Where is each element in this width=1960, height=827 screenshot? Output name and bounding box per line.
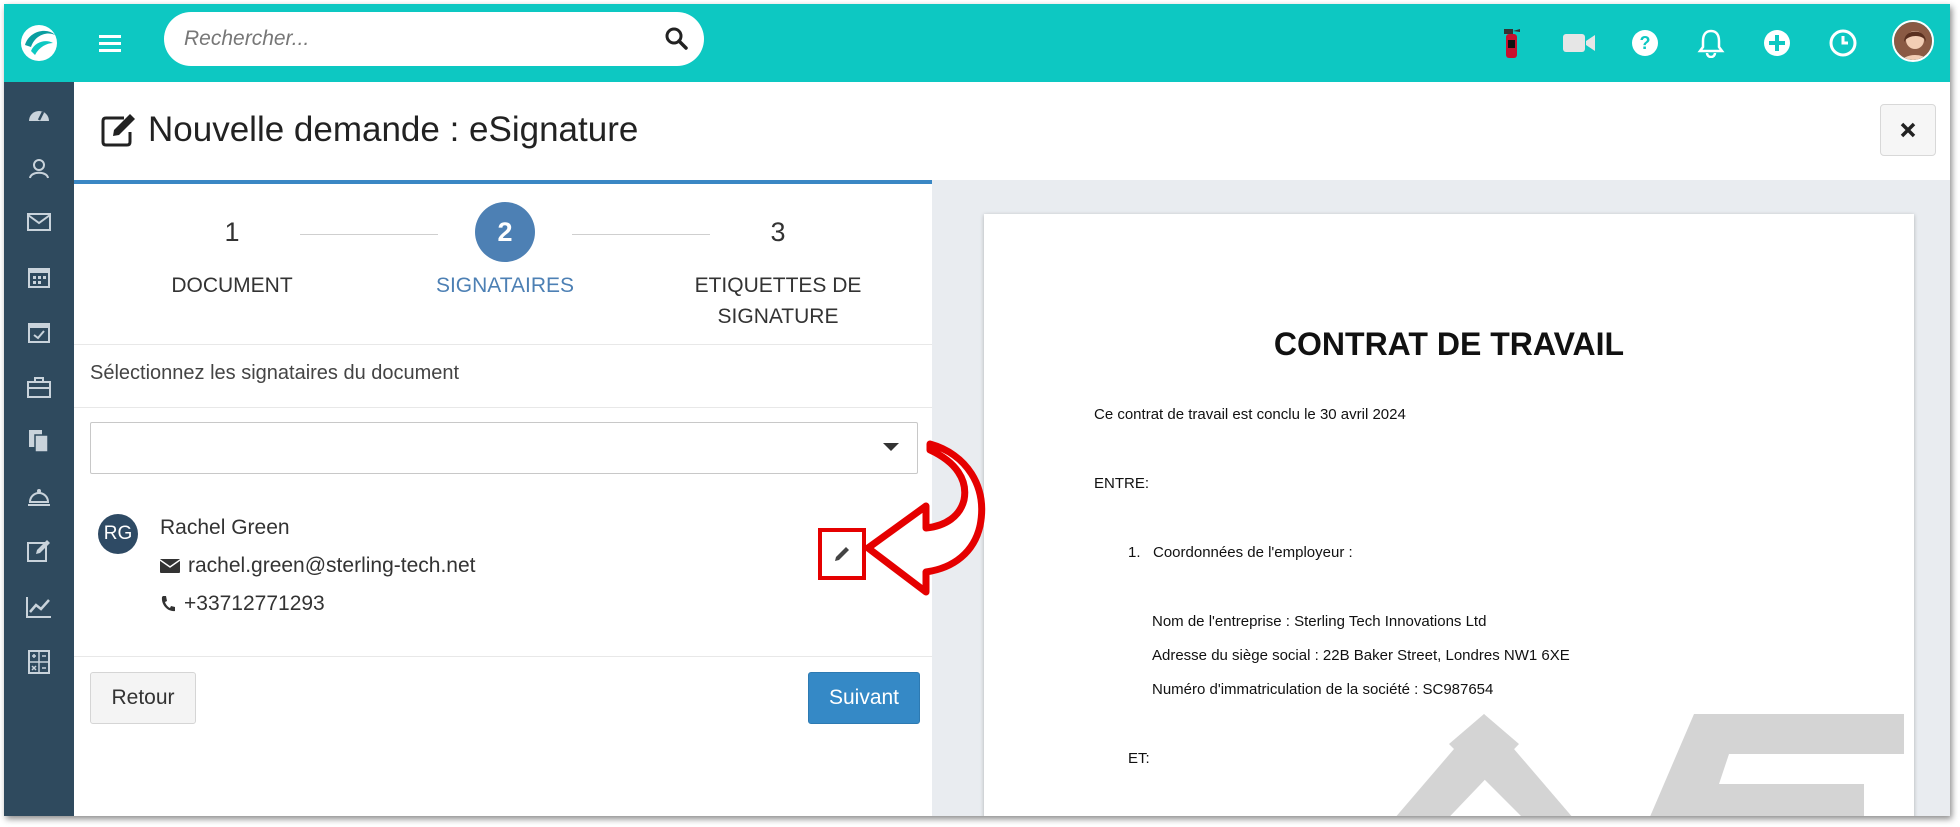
plus-icon[interactable]: [1758, 24, 1796, 62]
calculator-icon[interactable]: [4, 637, 74, 687]
close-button[interactable]: [1880, 104, 1936, 156]
briefcase-icon[interactable]: [4, 362, 74, 412]
document-page: CONTRAT DE TRAVAIL Ce contrat de travail…: [984, 214, 1914, 816]
signer-phone: +33712771293: [184, 592, 325, 615]
edit-icon: [100, 112, 138, 150]
step-label-line2: SIGNATURE: [717, 305, 839, 328]
document-line: 1. Coordonnées de l'employeur :: [1128, 544, 1353, 561]
dashboard-icon[interactable]: [4, 89, 74, 139]
document-line: ET:: [1128, 750, 1150, 767]
page-title: Nouvelle demande : eSignature: [148, 110, 639, 149]
wizard-panel: 1 DOCUMENT 2 SIGNATAIRES 3 ETIQUETTES DE…: [74, 180, 932, 816]
signer-name: Rachel Green: [160, 516, 290, 539]
contacts-icon[interactable]: [4, 143, 74, 193]
divider: [74, 407, 932, 408]
video-icon[interactable]: [1560, 24, 1598, 62]
user-avatar[interactable]: [1892, 20, 1934, 62]
help-icon[interactable]: ?: [1626, 24, 1664, 62]
document-title: CONTRAT DE TRAVAIL: [1273, 326, 1625, 362]
tasks-icon[interactable]: [4, 307, 74, 357]
document-line: ENTRE:: [1094, 475, 1150, 492]
reception-icon[interactable]: [4, 472, 74, 522]
step-document[interactable]: 1 DOCUMENT: [112, 184, 352, 301]
app-window: ?: [4, 4, 1950, 816]
step-number: 1: [224, 216, 240, 247]
divider: [74, 656, 932, 657]
next-button[interactable]: Suivant: [808, 672, 920, 724]
signer-phone-row: +33712771293: [160, 592, 325, 616]
instruction-text: Sélectionnez les signataires du document: [90, 362, 460, 384]
signer-email-row: rachel.green@sterling-tech.net: [160, 554, 475, 578]
bell-icon[interactable]: [1692, 24, 1730, 62]
document-line: Numéro d'immatriculation de la société :…: [1152, 681, 1494, 698]
svg-text:?: ?: [1640, 33, 1651, 53]
document-line: Ce contrat de travail est conclu le 30 a…: [1094, 406, 1406, 423]
pencil-icon: [835, 547, 849, 561]
signer-avatar: RG: [98, 514, 138, 554]
sidebar: [4, 82, 74, 816]
search-icon[interactable]: [664, 26, 690, 52]
step-etiquettes[interactable]: 3 ETIQUETTES DE SIGNATURE: [658, 184, 898, 332]
step-label-line1: ETIQUETTES DE: [694, 274, 862, 297]
step-number: 3: [770, 216, 786, 247]
envelope-icon: [160, 559, 180, 573]
search-input[interactable]: [184, 12, 644, 66]
signer-card: RG Rachel Green rachel.green@sterling-te…: [74, 504, 932, 624]
edit-icon[interactable]: [4, 526, 74, 576]
document-line: Adresse du siège social : 22B Baker Stre…: [1152, 647, 1570, 664]
annotation-arrow-icon: [864, 440, 985, 596]
step-label: DOCUMENT: [171, 274, 293, 297]
signer-email: rachel.green@sterling-tech.net: [188, 554, 476, 577]
chart-icon[interactable]: [4, 582, 74, 632]
document-preview: CONTRAT DE TRAVAIL Ce contrat de travail…: [932, 180, 1950, 816]
top-bar: ?: [4, 4, 1950, 82]
step-signataires[interactable]: 2 SIGNATAIRES: [385, 184, 625, 301]
page-header: Nouvelle demande : eSignature: [74, 82, 1950, 180]
back-button[interactable]: Retour: [90, 672, 196, 724]
document-line: Nom de l'entreprise : Sterling Tech Inno…: [1152, 613, 1487, 630]
close-icon: [1900, 122, 1916, 138]
mail-icon[interactable]: [4, 197, 74, 247]
menu-icon[interactable]: [92, 26, 128, 60]
search-box: [164, 12, 704, 66]
logo-icon[interactable]: [4, 4, 74, 82]
signer-select[interactable]: [90, 422, 918, 474]
clock-icon[interactable]: [1824, 24, 1862, 62]
phone-icon: [161, 596, 175, 612]
step-number: 2: [475, 202, 535, 262]
step-label: SIGNATAIRES: [435, 274, 575, 297]
extinguisher-icon[interactable]: [1492, 24, 1530, 62]
documents-icon[interactable]: [4, 416, 74, 466]
divider: [74, 344, 932, 345]
calendar-icon[interactable]: [4, 252, 74, 302]
